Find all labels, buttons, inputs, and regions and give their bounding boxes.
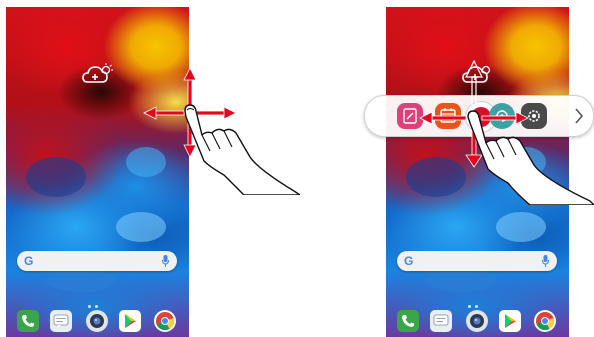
google-logo: G bbox=[24, 254, 34, 268]
google-search-bar[interactable]: G bbox=[397, 251, 557, 271]
messages-icon[interactable] bbox=[50, 310, 72, 332]
google-logo: G bbox=[404, 254, 414, 268]
drag-gesture bbox=[419, 59, 594, 205]
weather-add-icon[interactable] bbox=[82, 62, 116, 86]
hand-pointer-icon bbox=[467, 110, 594, 205]
camera-icon[interactable] bbox=[86, 310, 108, 332]
messages-icon[interactable] bbox=[430, 310, 452, 332]
camera-icon[interactable] bbox=[466, 310, 488, 332]
phone-icon[interactable] bbox=[17, 310, 39, 332]
arrow-right-icon bbox=[195, 106, 237, 120]
app-dock bbox=[6, 307, 189, 337]
arrow-left-icon bbox=[143, 106, 185, 120]
mic-icon[interactable] bbox=[542, 255, 549, 267]
mic-icon[interactable] bbox=[162, 255, 169, 267]
arrow-up-icon bbox=[465, 59, 483, 108]
play-store-icon[interactable] bbox=[119, 310, 141, 332]
hand-pointer-icon bbox=[184, 104, 300, 195]
four-way-drag-gesture bbox=[143, 67, 300, 195]
page-indicator bbox=[466, 295, 490, 308]
google-search-bar[interactable]: G bbox=[17, 251, 177, 271]
page-indicator bbox=[86, 295, 110, 308]
arrow-right-icon bbox=[481, 111, 529, 125]
phone-icon[interactable] bbox=[397, 310, 419, 332]
chrome-icon[interactable] bbox=[534, 310, 556, 332]
play-store-icon[interactable] bbox=[499, 310, 521, 332]
chrome-icon[interactable] bbox=[154, 310, 176, 332]
app-dock bbox=[386, 307, 569, 337]
arrow-left-icon bbox=[419, 111, 467, 125]
